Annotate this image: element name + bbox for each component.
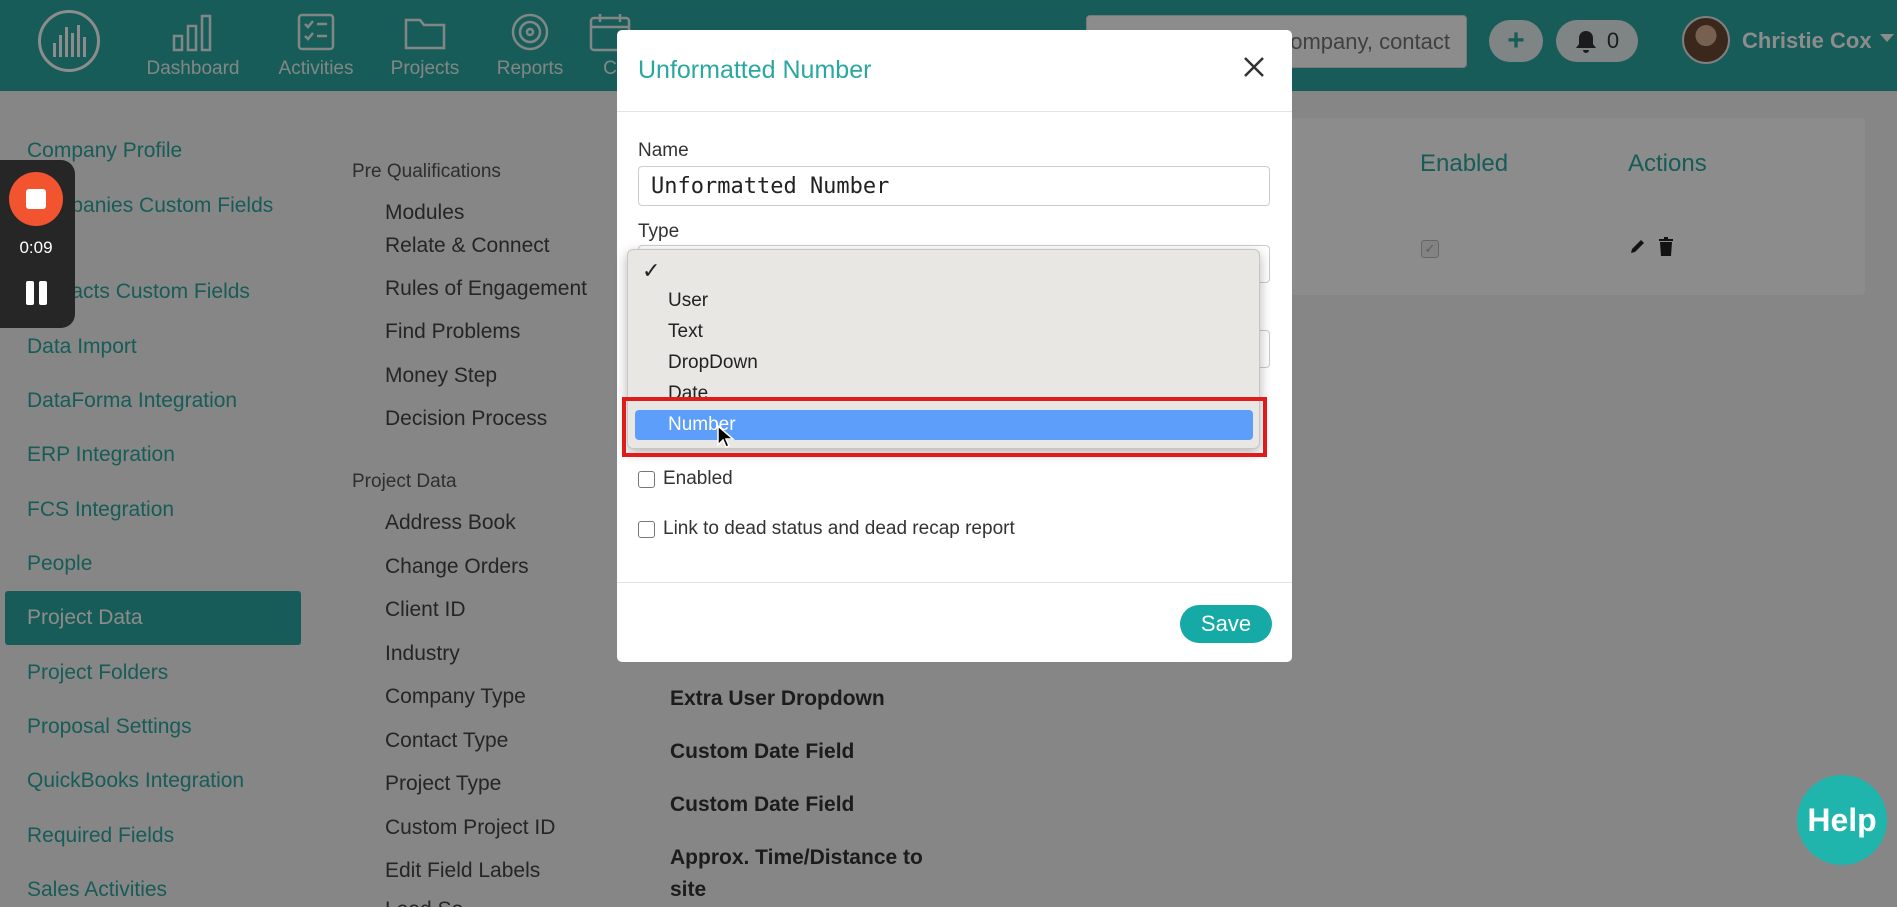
stop-recording-button[interactable] bbox=[9, 172, 63, 226]
dropdown-option-user[interactable]: User bbox=[635, 286, 1253, 316]
modal-header: Unformatted Number bbox=[617, 30, 1292, 112]
dead-status-checkbox-box[interactable] bbox=[638, 520, 655, 538]
dead-status-checkbox-row[interactable]: Link to dead status and dead recap repor… bbox=[638, 518, 1015, 540]
dead-status-checkbox-label: Link to dead status and dead recap repor… bbox=[663, 518, 1015, 539]
modal-footer-divider bbox=[617, 582, 1292, 583]
enabled-checkbox-row[interactable]: Enabled bbox=[638, 468, 733, 490]
enabled-checkbox-label: Enabled bbox=[663, 468, 733, 489]
name-input[interactable] bbox=[638, 166, 1270, 206]
screen-recorder-widget: 0:09 bbox=[0, 160, 75, 328]
type-label: Type bbox=[638, 221, 680, 242]
pause-icon[interactable] bbox=[26, 281, 48, 305]
close-icon[interactable] bbox=[1241, 54, 1267, 80]
mouse-cursor-icon bbox=[717, 425, 735, 448]
dropdown-option-dropdown[interactable]: DropDown bbox=[635, 348, 1253, 378]
modal-title: Unformatted Number bbox=[638, 56, 872, 84]
help-button[interactable]: Help bbox=[1797, 775, 1887, 865]
checkmark-icon: ✓ bbox=[642, 258, 661, 283]
dropdown-option-text[interactable]: Text bbox=[635, 317, 1253, 347]
recording-time: 0:09 bbox=[19, 238, 53, 257]
enabled-checkbox-box[interactable] bbox=[638, 470, 655, 488]
save-button[interactable]: Save bbox=[1180, 605, 1272, 643]
stop-icon bbox=[26, 189, 46, 209]
name-label: Name bbox=[638, 140, 689, 161]
